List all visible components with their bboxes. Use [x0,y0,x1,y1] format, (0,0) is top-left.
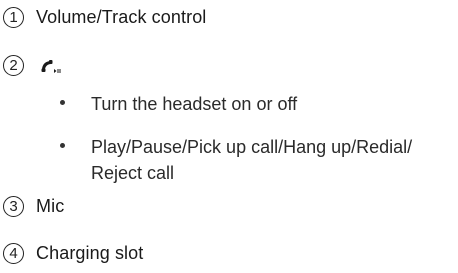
number-badge: 1 [3,7,24,28]
item-label: Mic [36,196,65,216]
bullet-text-line: Reject call [91,163,175,183]
bullet-item: Play/Pause/Pick up call/Hang up/Redial/ … [60,134,431,186]
item-2: 2 [0,55,65,76]
bullet-text: Play/Pause/Pick up call/Hang up/Redial/ … [91,134,431,186]
bullet-dot [60,143,65,148]
item-1: 1 Volume/Track control [0,7,206,28]
bullet-dot [60,100,65,105]
item-3: 3 Mic [0,196,64,217]
number-badge: 4 [3,243,24,264]
bullet-text-line: Play/Pause/Pick up call/Hang up/Redial/ [91,137,413,157]
item-4: 4 Charging slot [0,243,143,264]
number-badge: 2 [3,55,24,76]
bullet-item: Turn the headset on or off [60,91,431,117]
bullet-text: Turn the headset on or off [91,94,298,114]
item-label: Volume/Track control [36,7,207,27]
phone-play-pause-icon [39,58,65,74]
item-label: Charging slot [36,243,144,263]
number-badge: 3 [3,196,24,217]
